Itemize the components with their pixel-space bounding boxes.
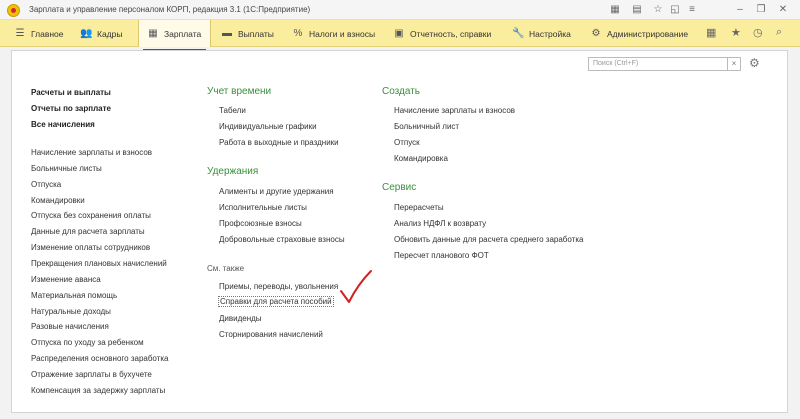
people-icon: 👥 (80, 28, 93, 39)
link-left-7[interactable]: Прекращения плановых начислений (31, 259, 167, 268)
red-checkmark-icon (340, 270, 372, 303)
menu-item-hr[interactable]: 👥 Кадры (72, 20, 130, 47)
section-deductions: Удержания (207, 166, 259, 177)
menu-item-main[interactable]: ☰ Главное (6, 20, 71, 47)
link-left-15[interactable]: Компенсация за задержку зарплаты (31, 386, 165, 395)
section-create: Создать (382, 86, 421, 97)
window-title: Зарплата и управление персоналом КОРП, р… (29, 5, 311, 14)
search-input[interactable]: Поиск (Ctrl+F) (588, 57, 728, 71)
calendar-icon[interactable]: ▤ (630, 3, 644, 17)
link-reversals[interactable]: Сторнирования начислений (219, 330, 323, 339)
link-recalculations[interactable]: Перерасчеты (394, 203, 444, 212)
settings-gear-icon[interactable]: ⚙ (749, 56, 760, 70)
link-voluntary-insurance[interactable]: Добровольные страховые взносы (219, 235, 345, 244)
link-alimony[interactable]: Алименты и другие удержания (219, 187, 334, 196)
link-left-13[interactable]: Распределения основного заработка (31, 354, 169, 363)
grid-icon[interactable]: ▦ (608, 3, 622, 17)
window-icon[interactable]: ◱ (668, 3, 682, 17)
menu-item-taxes[interactable]: % Налоги и взносы (284, 20, 383, 47)
menu-item-label: Зарплата (164, 28, 202, 39)
section-menu-bar: ☰ Главное 👥 Кадры ▦ Зарплата ▬ Выплаты %… (0, 20, 800, 47)
menu-item-admin[interactable]: ⚙ Администрирование (582, 20, 696, 47)
link-left-4[interactable]: Отпуска без сохранения оплаты (31, 211, 151, 220)
wallet-icon: ▬ (222, 28, 232, 39)
link-create-sick-leave[interactable]: Больничный лист (394, 122, 459, 131)
search-icon[interactable]: ⌕ (776, 26, 782, 39)
link-weekend-work[interactable]: Работа в выходные и праздники (219, 138, 339, 147)
list-icon: ☰ (15, 28, 25, 39)
menu-item-label: Выплаты (238, 28, 274, 39)
menu-icon[interactable]: ≡ (685, 3, 699, 17)
link-left-2[interactable]: Отпуска (31, 180, 61, 189)
link-left-8[interactable]: Изменение аванса (31, 275, 101, 284)
minimize-icon[interactable]: – (733, 3, 747, 17)
history-icon[interactable]: ◷ (753, 26, 763, 39)
restore-icon[interactable]: ❐ (754, 3, 768, 17)
link-create-payroll[interactable]: Начисление зарплаты и взносов (394, 106, 515, 115)
menu-item-salary[interactable]: ▦ Зарплата (138, 20, 211, 47)
link-union-fees[interactable]: Профсоюзные взносы (219, 219, 302, 228)
link-left-11[interactable]: Разовые начисления (31, 322, 109, 331)
menu-item-label: Настройка (529, 28, 571, 39)
link-recalc-planned-fot[interactable]: Пересчет планового ФОТ (394, 251, 489, 260)
menu-item-payments[interactable]: ▬ Выплаты (213, 20, 282, 47)
menu-item-label: Администрирование (607, 28, 689, 39)
menu-item-label: Главное (31, 28, 64, 39)
link-create-vacation[interactable]: Отпуск (394, 138, 420, 147)
link-benefit-certificates[interactable]: Справки для расчета пособий (218, 296, 334, 307)
link-left-6[interactable]: Изменение оплаты сотрудников (31, 243, 150, 252)
title-bar: Зарплата и управление персоналом КОРП, р… (0, 0, 800, 20)
menu-item-reports[interactable]: ▣ Отчетность, справки (385, 20, 499, 47)
report-icon: ▣ (394, 28, 404, 39)
menu-item-label: Кадры (97, 28, 123, 39)
link-all-accruals[interactable]: Все начисления (31, 120, 95, 129)
section-service: Сервис (382, 182, 417, 193)
link-timesheets[interactable]: Табели (219, 106, 246, 115)
link-salary-reports[interactable]: Отчеты по зарплате (31, 104, 111, 113)
search-clear-button[interactable]: × (728, 57, 741, 71)
link-dividends[interactable]: Дивиденды (219, 314, 262, 323)
link-update-average-earnings[interactable]: Обновить данные для расчета среднего зар… (394, 235, 583, 244)
calculator-icon: ▦ (148, 28, 158, 39)
see-also-heading: См. также (207, 264, 245, 273)
link-hiring-transfers[interactable]: Приемы, переводы, увольнения (219, 282, 338, 291)
star-icon[interactable]: ☆ (651, 3, 665, 17)
link-left-12[interactable]: Отпуска по уходу за ребенком (31, 338, 144, 347)
section-time-tracking: Учет времени (207, 86, 272, 97)
link-calculations-payments[interactable]: Расчеты и выплаты (31, 88, 111, 97)
link-individual-schedules[interactable]: Индивидуальные графики (219, 122, 317, 131)
link-left-1[interactable]: Больничные листы (31, 164, 102, 173)
menu-item-label: Налоги и взносы (309, 28, 376, 39)
menu-item-label: Отчетность, справки (410, 28, 492, 39)
app-logo-icon (7, 4, 20, 17)
apps-grid-icon[interactable]: ▦ (706, 26, 716, 39)
link-writs[interactable]: Исполнительные листы (219, 203, 307, 212)
percent-icon: % (293, 28, 303, 39)
link-left-10[interactable]: Натуральные доходы (31, 307, 111, 316)
link-create-business-trip[interactable]: Командировка (394, 154, 448, 163)
link-left-14[interactable]: Отражение зарплаты в бухучете (31, 370, 152, 379)
link-left-0[interactable]: Начисление зарплаты и взносов (31, 148, 152, 157)
link-ndfl-analysis[interactable]: Анализ НДФЛ к возврату (394, 219, 486, 228)
link-left-3[interactable]: Командировки (31, 196, 85, 205)
gear-icon: ⚙ (591, 28, 601, 39)
link-left-9[interactable]: Материальная помощь (31, 291, 117, 300)
link-left-5[interactable]: Данные для расчета зарплаты (31, 227, 145, 236)
favorites-star-icon[interactable]: ★ (731, 26, 741, 39)
wrench-icon: 🔧 (512, 28, 525, 39)
close-icon[interactable]: ✕ (776, 3, 790, 17)
menu-item-settings[interactable]: 🔧 Настройка (504, 20, 579, 47)
